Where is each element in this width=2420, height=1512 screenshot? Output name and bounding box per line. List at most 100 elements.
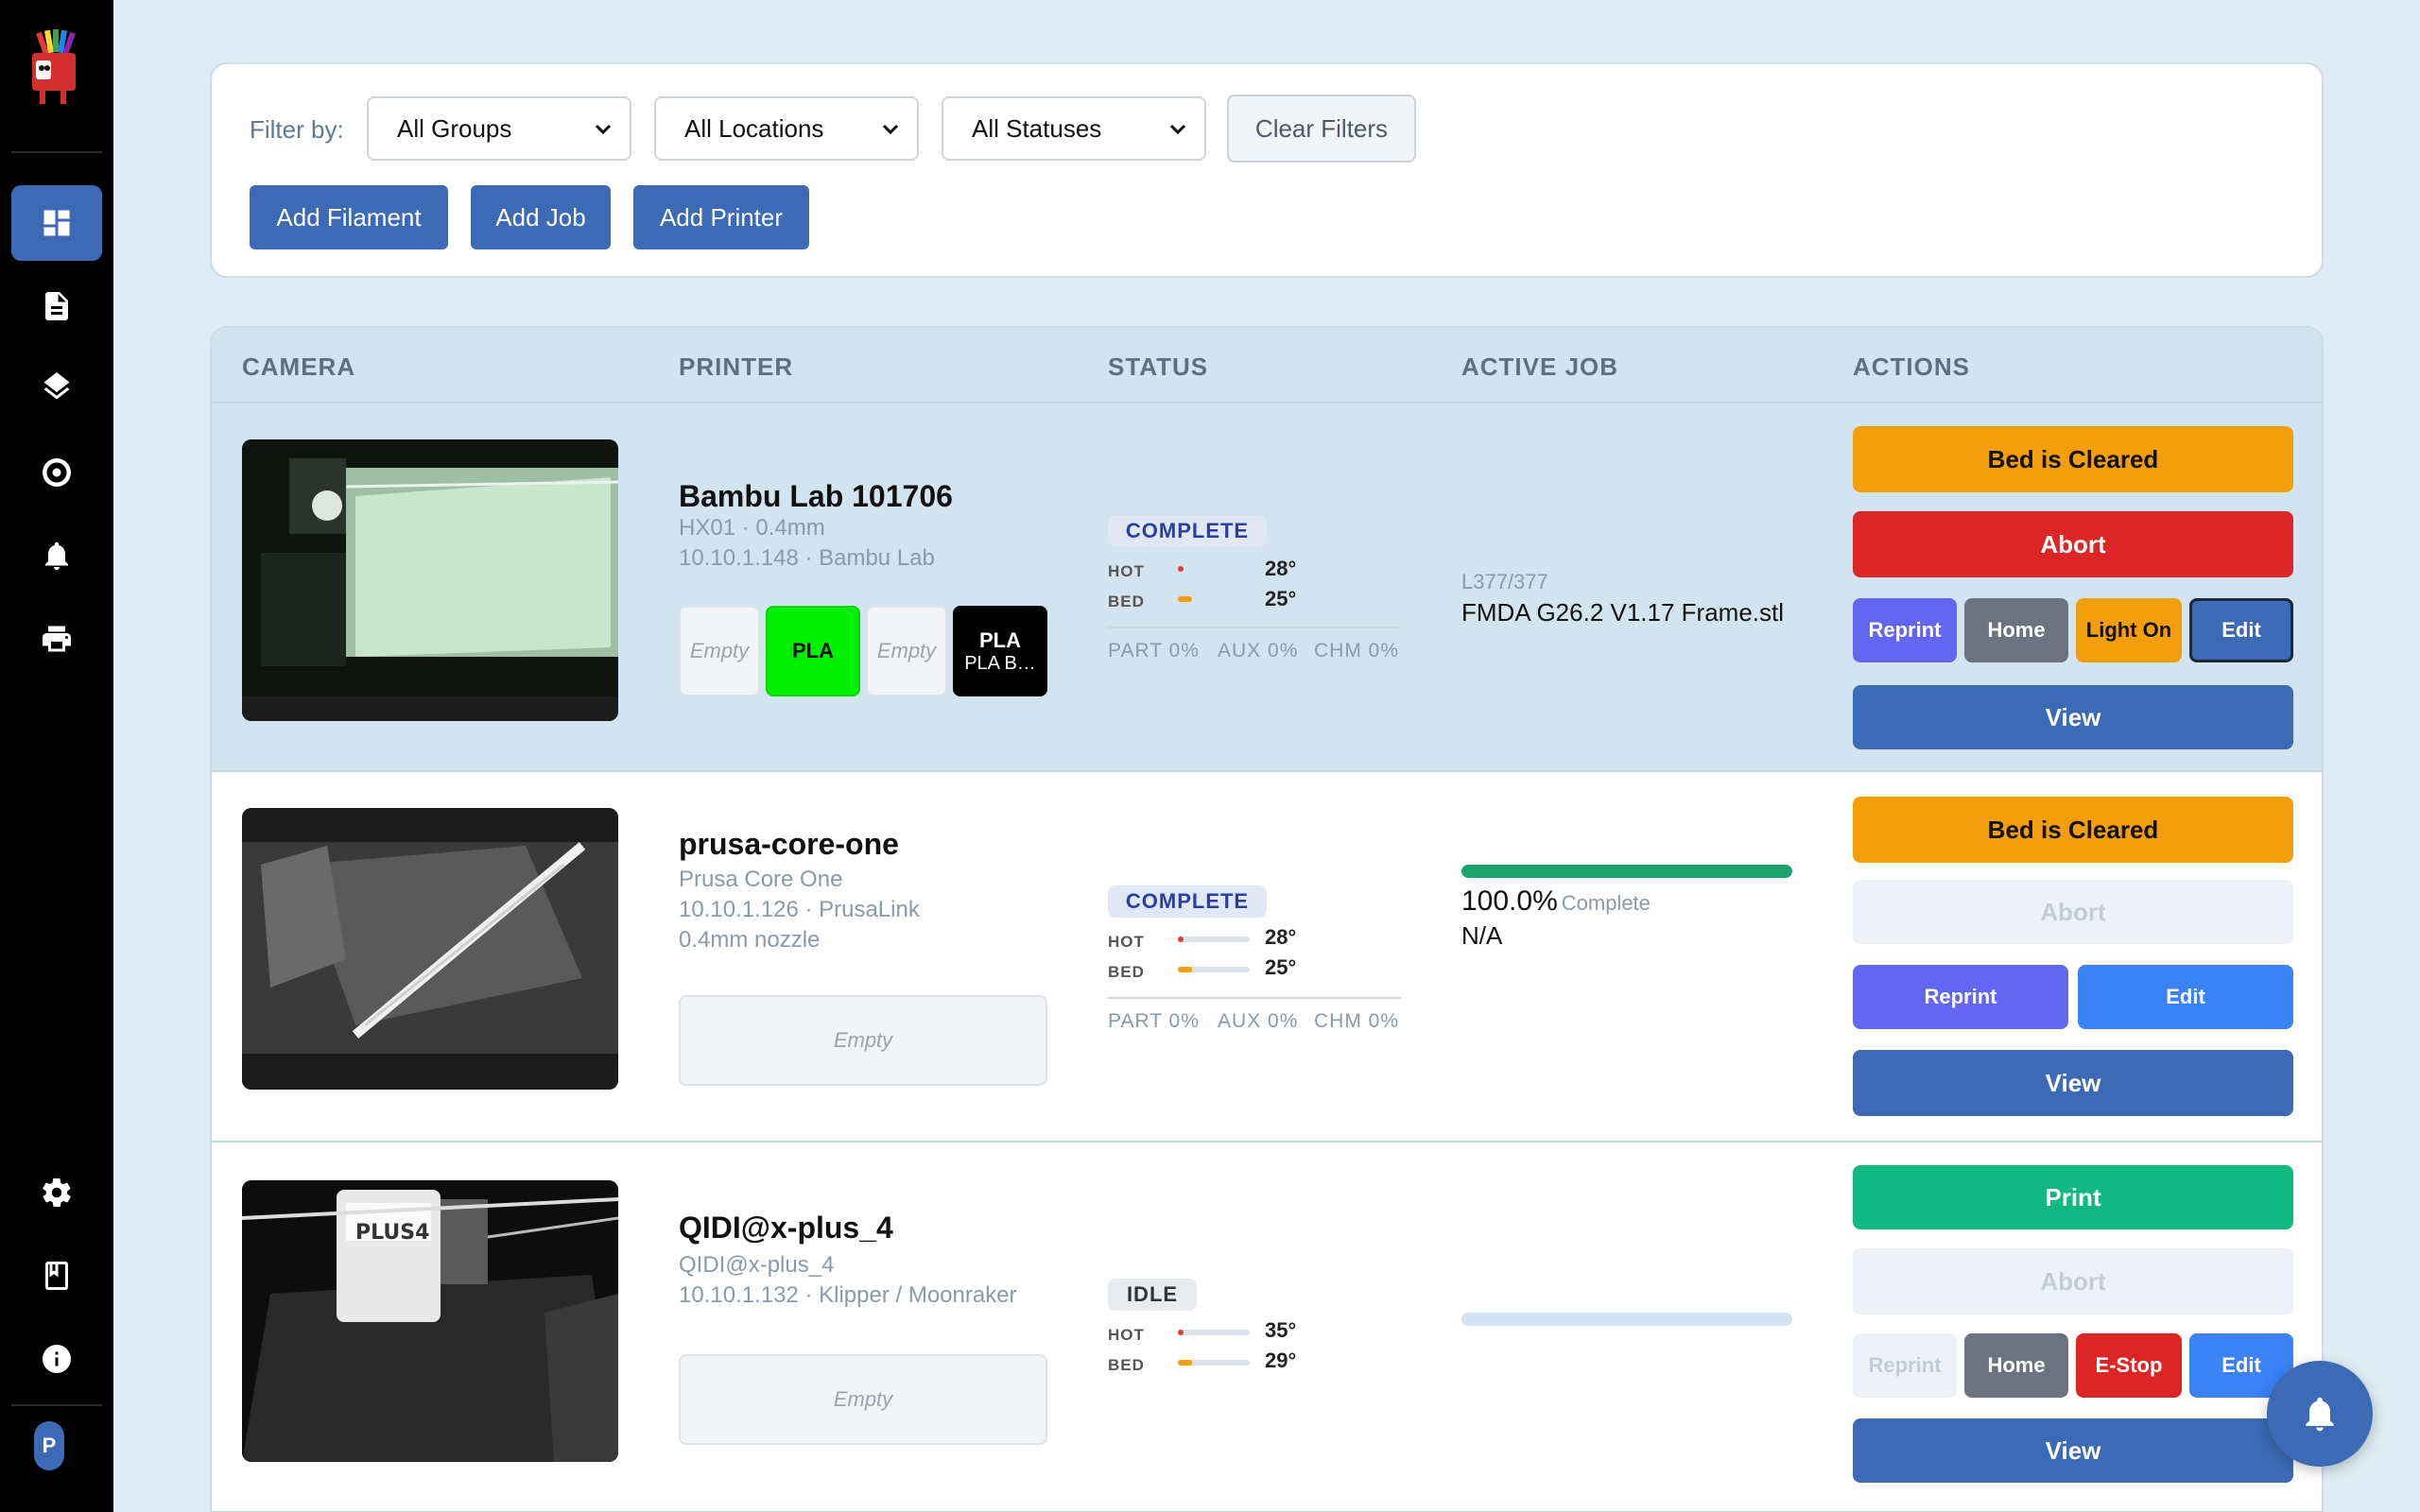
- hot-fill: [1178, 1330, 1184, 1335]
- edit-button[interactable]: Edit: [2189, 598, 2293, 662]
- abort-button[interactable]: Abort: [1853, 1248, 2293, 1314]
- status-select-value: All Statuses: [972, 113, 1102, 143]
- printer-model: HX01 · 0.4mm: [679, 515, 825, 541]
- part-fan: PART 0%: [1108, 640, 1200, 662]
- reprint-button[interactable]: Reprint: [1853, 1333, 1957, 1398]
- home-button[interactable]: Home: [1964, 598, 2068, 662]
- spool-slot[interactable]: PLA: [766, 606, 860, 696]
- status-badge: COMPLETE: [1108, 885, 1267, 918]
- add-job-button[interactable]: Add Job: [471, 185, 611, 249]
- camera-feed[interactable]: PLUS4: [242, 1180, 618, 1462]
- sidebar-divider: [11, 151, 102, 153]
- home-button[interactable]: Home: [1964, 1333, 2068, 1398]
- camera-feed[interactable]: [242, 439, 618, 721]
- sidebar-item-settings[interactable]: [11, 1155, 102, 1230]
- avatar[interactable]: P: [34, 1421, 64, 1470]
- abort-button[interactable]: Abort: [1853, 880, 2293, 944]
- camera-image: [242, 439, 618, 721]
- abort-button[interactable]: Abort: [1853, 511, 2293, 577]
- sidebar-item-docs[interactable]: [11, 1238, 102, 1314]
- location-select[interactable]: All Locations: [654, 96, 919, 161]
- book-icon: [45, 1262, 68, 1290]
- aux-fan: AUX 0%: [1218, 640, 1299, 662]
- hot-temp: 35°: [1265, 1318, 1297, 1342]
- add-filament-button[interactable]: Add Filament: [250, 185, 448, 249]
- table-row: prusa-core-one Prusa Core One 10.10.1.12…: [212, 774, 2322, 1143]
- view-button[interactable]: View: [1853, 1418, 2293, 1483]
- sidebar-item-about[interactable]: [11, 1321, 102, 1397]
- bed-cleared-button[interactable]: Bed is Cleared: [1853, 797, 2293, 863]
- spool-slot[interactable]: Empty: [679, 606, 760, 696]
- layers-icon: [43, 372, 70, 400]
- chamber-fan: CHM 0%: [1314, 640, 1400, 662]
- bell-icon: [2306, 1397, 2334, 1432]
- status-select[interactable]: All Statuses: [942, 96, 1206, 161]
- printer-name[interactable]: prusa-core-one: [679, 827, 899, 862]
- bed-cleared-button[interactable]: Bed is Cleared: [1853, 426, 2293, 492]
- printer-address: 10.10.1.132 · Klipper / Moonraker: [679, 1282, 1017, 1308]
- camera-feed[interactable]: [242, 808, 618, 1090]
- hot-bar: [1178, 566, 1250, 572]
- spool-detail: PLA B…: [964, 652, 1036, 674]
- spool-slot[interactable]: Empty: [679, 995, 1047, 1086]
- sidebar-item-spools[interactable]: [11, 435, 102, 510]
- sidebar-item-jobs[interactable]: [11, 268, 102, 344]
- reprint-button[interactable]: Reprint: [1853, 598, 1957, 662]
- add-printer-button[interactable]: Add Printer: [633, 185, 809, 249]
- printer-name[interactable]: Bambu Lab 101706: [679, 479, 953, 514]
- notifications-fab[interactable]: [2267, 1361, 2373, 1467]
- sidebar-item-notifications[interactable]: [11, 518, 102, 593]
- view-button[interactable]: View: [1853, 685, 2293, 749]
- group-select-value: All Groups: [397, 113, 512, 143]
- clear-filters-button[interactable]: Clear Filters: [1227, 94, 1416, 163]
- part-fan: PART 0%: [1108, 1010, 1200, 1032]
- spool-slot[interactable]: Empty: [866, 606, 947, 696]
- spool-material: PLA: [979, 627, 1021, 652]
- status-badge: IDLE: [1108, 1279, 1197, 1311]
- printer-name[interactable]: QIDI@x-plus_4: [679, 1211, 893, 1246]
- svg-text:PLUS4: PLUS4: [355, 1221, 429, 1245]
- hot-bar: [1178, 1330, 1250, 1335]
- print-button[interactable]: Print: [1853, 1165, 2293, 1229]
- dashboard-icon: [43, 210, 70, 236]
- job-name: N/A: [1461, 921, 1503, 950]
- table-row: PLUS4 QIDI@x-plus_4 QIDI@x-plus_4 10.10.…: [212, 1144, 2322, 1512]
- view-button[interactable]: View: [1853, 1050, 2293, 1116]
- sidebar: P: [0, 0, 113, 1512]
- hot-fill: [1178, 936, 1184, 942]
- app-logo-icon[interactable]: [19, 26, 95, 112]
- hot-label: HOT: [1108, 933, 1145, 951]
- hot-temp: 28°: [1265, 925, 1297, 949]
- estop-button[interactable]: E-Stop: [2076, 1333, 2182, 1398]
- table-header: CAMERA PRINTER STATUS ACTIVE JOB ACTIONS: [212, 328, 2322, 404]
- printer-table: CAMERA PRINTER STATUS ACTIVE JOB ACTIONS…: [210, 326, 2324, 1512]
- target-icon: [43, 458, 71, 487]
- header-status: STATUS: [1108, 352, 1209, 381]
- document-icon: [45, 292, 68, 320]
- fan-divider: [1108, 627, 1401, 628]
- group-select[interactable]: All Groups: [367, 96, 631, 161]
- camera-image: PLUS4: [242, 1180, 618, 1462]
- sidebar-item-dashboard[interactable]: [11, 185, 102, 261]
- edit-button[interactable]: Edit: [2078, 965, 2293, 1029]
- camera-image: [242, 808, 618, 1090]
- reprint-button[interactable]: Reprint: [1853, 965, 2068, 1029]
- light-toggle-button[interactable]: Light On: [2076, 598, 2182, 662]
- job-progress-bar: [1461, 1313, 1792, 1326]
- sidebar-item-printers[interactable]: [11, 601, 102, 677]
- printer-address: 10.10.1.148 · Bambu Lab: [679, 545, 935, 571]
- job-progress-bar: [1461, 865, 1792, 878]
- bed-temp: 29°: [1265, 1349, 1297, 1372]
- table-row: Bambu Lab 101706 HX01 · 0.4mm 10.10.1.14…: [212, 404, 2322, 772]
- sidebar-item-layers[interactable]: [11, 352, 102, 427]
- spool-slot[interactable]: PLA PLA B…: [953, 606, 1047, 696]
- gear-icon: [43, 1178, 71, 1207]
- spool-slot[interactable]: Empty: [679, 1354, 1047, 1445]
- bed-label: BED: [1108, 1356, 1145, 1374]
- header-camera: CAMERA: [242, 352, 356, 381]
- job-layer: L377/377: [1461, 570, 1548, 593]
- chevron-down-icon: [595, 124, 612, 135]
- chevron-down-icon: [1169, 124, 1186, 135]
- camera-strip: [242, 696, 618, 721]
- hot-fill: [1178, 566, 1184, 572]
